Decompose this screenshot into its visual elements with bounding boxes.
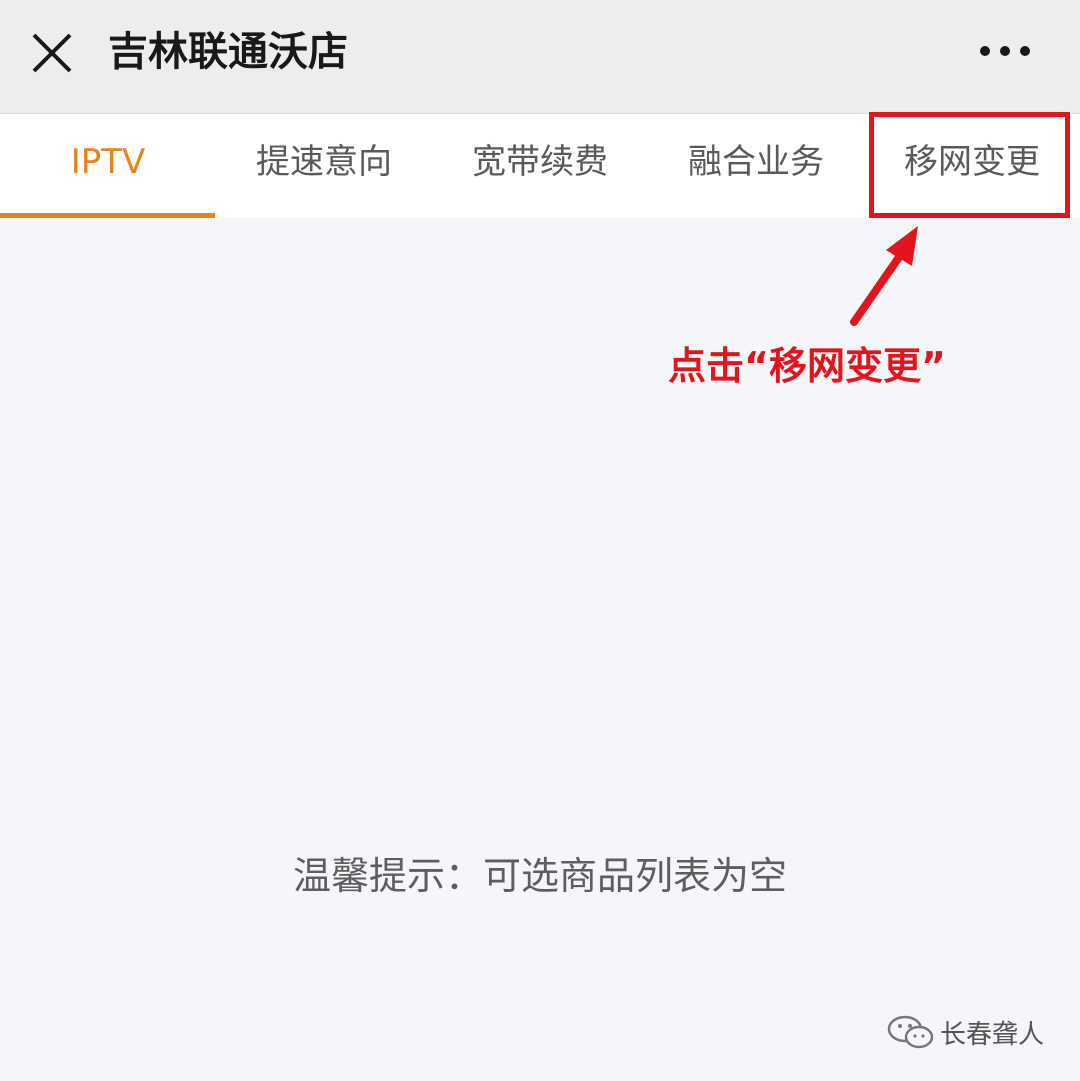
annotation-text: 点击“移网变更”	[668, 344, 946, 388]
watermark-text: 长春聋人	[940, 1019, 1045, 1050]
tab-label: 宽带续费	[472, 142, 608, 182]
tab-converged-business[interactable]: 融合业务	[648, 114, 864, 218]
tab-label: IPTV	[70, 142, 146, 182]
active-tab-indicator	[0, 213, 215, 218]
wechat-icon	[887, 1015, 934, 1049]
empty-list-tip: 温馨提示：可选商品列表为空	[292, 854, 787, 898]
page-title: 吉林联通沃店	[108, 29, 348, 75]
tab-label: 提速意向	[256, 142, 392, 182]
top-bar: 吉林联通沃店	[0, 0, 1080, 114]
tab-speedup-intent[interactable]: 提速意向	[216, 114, 432, 218]
close-button[interactable]	[30, 31, 74, 75]
watermark: 长春聋人	[886, 1012, 1044, 1052]
tab-iptv[interactable]: IPTV	[0, 114, 216, 218]
red-arrow-icon	[850, 226, 918, 326]
more-dots-icon	[980, 46, 1030, 56]
tab-label: 融合业务	[688, 142, 824, 182]
close-icon	[32, 33, 72, 73]
more-button[interactable]	[975, 36, 1035, 66]
tab-broadband-renewal[interactable]: 宽带续费	[432, 114, 648, 218]
highlight-box	[869, 112, 1070, 218]
